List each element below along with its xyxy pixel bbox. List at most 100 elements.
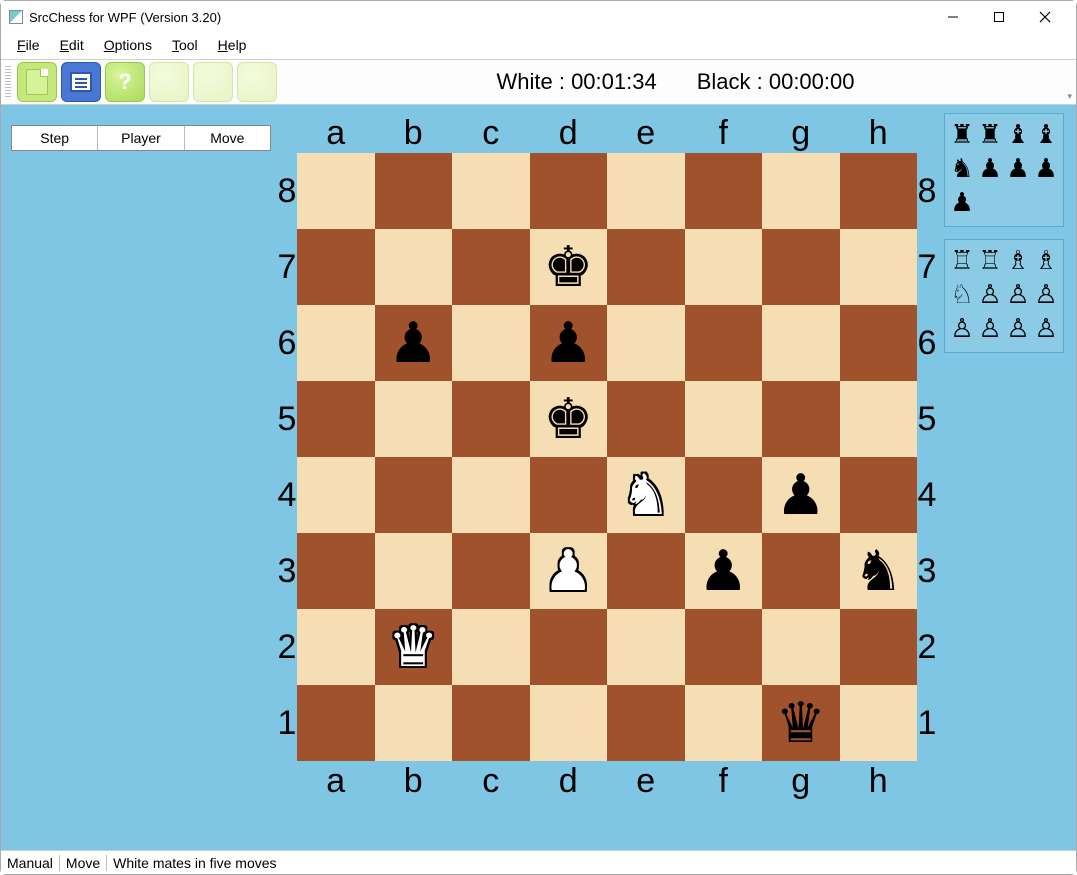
hint-button[interactable]: ? bbox=[105, 62, 145, 102]
piece-bN-h3[interactable]: ♞ bbox=[853, 543, 903, 599]
square-b8[interactable] bbox=[375, 153, 453, 229]
open-game-button[interactable] bbox=[61, 62, 101, 102]
square-e5[interactable] bbox=[607, 381, 685, 457]
close-button[interactable] bbox=[1022, 2, 1068, 32]
captured-piece: ♗ bbox=[1033, 244, 1059, 276]
piece-wN-e4[interactable]: ♞ bbox=[621, 467, 671, 523]
toolbar-button-4[interactable] bbox=[149, 62, 189, 102]
square-g4[interactable]: ♟ bbox=[762, 457, 840, 533]
square-b2[interactable]: ♛ bbox=[375, 609, 453, 685]
piece-bP-d6[interactable]: ♟ bbox=[543, 315, 593, 371]
square-c5[interactable] bbox=[452, 381, 530, 457]
square-b7[interactable] bbox=[375, 229, 453, 305]
square-f8[interactable] bbox=[685, 153, 763, 229]
square-g5[interactable] bbox=[762, 381, 840, 457]
square-h6[interactable] bbox=[840, 305, 918, 381]
square-f2[interactable] bbox=[685, 609, 763, 685]
square-f5[interactable] bbox=[685, 381, 763, 457]
move-list-col-step[interactable]: Step bbox=[12, 126, 98, 150]
square-h7[interactable] bbox=[840, 229, 918, 305]
square-e3[interactable] bbox=[607, 533, 685, 609]
toolbar-overflow-icon[interactable]: ▾ bbox=[1067, 91, 1072, 102]
square-e1[interactable] bbox=[607, 685, 685, 761]
square-f7[interactable] bbox=[685, 229, 763, 305]
square-d2[interactable] bbox=[530, 609, 608, 685]
square-d4[interactable] bbox=[530, 457, 608, 533]
menu-file[interactable]: File bbox=[9, 35, 48, 55]
square-c2[interactable] bbox=[452, 609, 530, 685]
square-g2[interactable] bbox=[762, 609, 840, 685]
square-d1[interactable] bbox=[530, 685, 608, 761]
piece-bK-d5[interactable]: ♚ bbox=[543, 391, 593, 447]
square-e4[interactable]: ♞ bbox=[607, 457, 685, 533]
menu-edit[interactable]: Edit bbox=[52, 35, 92, 55]
square-d5[interactable]: ♚ bbox=[530, 381, 608, 457]
square-c3[interactable] bbox=[452, 533, 530, 609]
square-b3[interactable] bbox=[375, 533, 453, 609]
move-list-col-player[interactable]: Player bbox=[98, 126, 184, 150]
captured-piece: ♙ bbox=[977, 312, 1003, 344]
square-g3[interactable] bbox=[762, 533, 840, 609]
square-e7[interactable] bbox=[607, 229, 685, 305]
square-b1[interactable] bbox=[375, 685, 453, 761]
chess-board[interactable]: abcdefgh 887♚76♟♟65♚54♞♟43♟♟♞32♛21♛1 abc… bbox=[277, 113, 937, 801]
toolbar-button-5[interactable] bbox=[193, 62, 233, 102]
square-a8[interactable] bbox=[297, 153, 375, 229]
piece-bP-g4[interactable]: ♟ bbox=[776, 467, 826, 523]
piece-wP-d3[interactable]: ♟ bbox=[543, 543, 593, 599]
menu-tool[interactable]: Tool bbox=[164, 35, 206, 55]
square-b6[interactable]: ♟ bbox=[375, 305, 453, 381]
square-e2[interactable] bbox=[607, 609, 685, 685]
captured-piece: ♙ bbox=[1005, 312, 1031, 344]
maximize-button[interactable] bbox=[976, 2, 1022, 32]
square-d6[interactable]: ♟ bbox=[530, 305, 608, 381]
square-h4[interactable] bbox=[840, 457, 918, 533]
piece-bQ-g1[interactable]: ♛ bbox=[776, 695, 826, 751]
square-b5[interactable] bbox=[375, 381, 453, 457]
square-h8[interactable] bbox=[840, 153, 918, 229]
square-f6[interactable] bbox=[685, 305, 763, 381]
minimize-button[interactable] bbox=[930, 2, 976, 32]
square-h2[interactable] bbox=[840, 609, 918, 685]
square-h1[interactable] bbox=[840, 685, 918, 761]
toolbar-button-6[interactable] bbox=[237, 62, 277, 102]
menu-help[interactable]: Help bbox=[210, 35, 255, 55]
square-a5[interactable] bbox=[297, 381, 375, 457]
square-g7[interactable] bbox=[762, 229, 840, 305]
square-c7[interactable] bbox=[452, 229, 530, 305]
square-c6[interactable] bbox=[452, 305, 530, 381]
menu-options[interactable]: Options bbox=[96, 35, 160, 55]
square-a6[interactable] bbox=[297, 305, 375, 381]
piece-bP-b6[interactable]: ♟ bbox=[388, 315, 438, 371]
square-b4[interactable] bbox=[375, 457, 453, 533]
square-c1[interactable] bbox=[452, 685, 530, 761]
square-a3[interactable] bbox=[297, 533, 375, 609]
square-f4[interactable] bbox=[685, 457, 763, 533]
piece-bP-f3[interactable]: ♟ bbox=[698, 543, 748, 599]
square-h5[interactable] bbox=[840, 381, 918, 457]
square-d3[interactable]: ♟ bbox=[530, 533, 608, 609]
move-list[interactable]: Step Player Move bbox=[11, 125, 271, 151]
square-a2[interactable] bbox=[297, 609, 375, 685]
square-g6[interactable] bbox=[762, 305, 840, 381]
square-d8[interactable] bbox=[530, 153, 608, 229]
square-g1[interactable]: ♛ bbox=[762, 685, 840, 761]
square-e8[interactable] bbox=[607, 153, 685, 229]
square-a4[interactable] bbox=[297, 457, 375, 533]
piece-wQ-b2[interactable]: ♛ bbox=[388, 619, 438, 675]
square-e6[interactable] bbox=[607, 305, 685, 381]
square-f1[interactable] bbox=[685, 685, 763, 761]
rank-label-8-left: 8 bbox=[277, 153, 297, 229]
square-a7[interactable] bbox=[297, 229, 375, 305]
square-d7[interactable]: ♚ bbox=[530, 229, 608, 305]
piece-bK-d7[interactable]: ♚ bbox=[543, 239, 593, 295]
move-list-col-move[interactable]: Move bbox=[185, 126, 270, 150]
square-h3[interactable]: ♞ bbox=[840, 533, 918, 609]
square-c8[interactable] bbox=[452, 153, 530, 229]
square-c4[interactable] bbox=[452, 457, 530, 533]
square-a1[interactable] bbox=[297, 685, 375, 761]
file-label-c: c bbox=[452, 761, 530, 801]
square-f3[interactable]: ♟ bbox=[685, 533, 763, 609]
new-game-button[interactable] bbox=[17, 62, 57, 102]
square-g8[interactable] bbox=[762, 153, 840, 229]
